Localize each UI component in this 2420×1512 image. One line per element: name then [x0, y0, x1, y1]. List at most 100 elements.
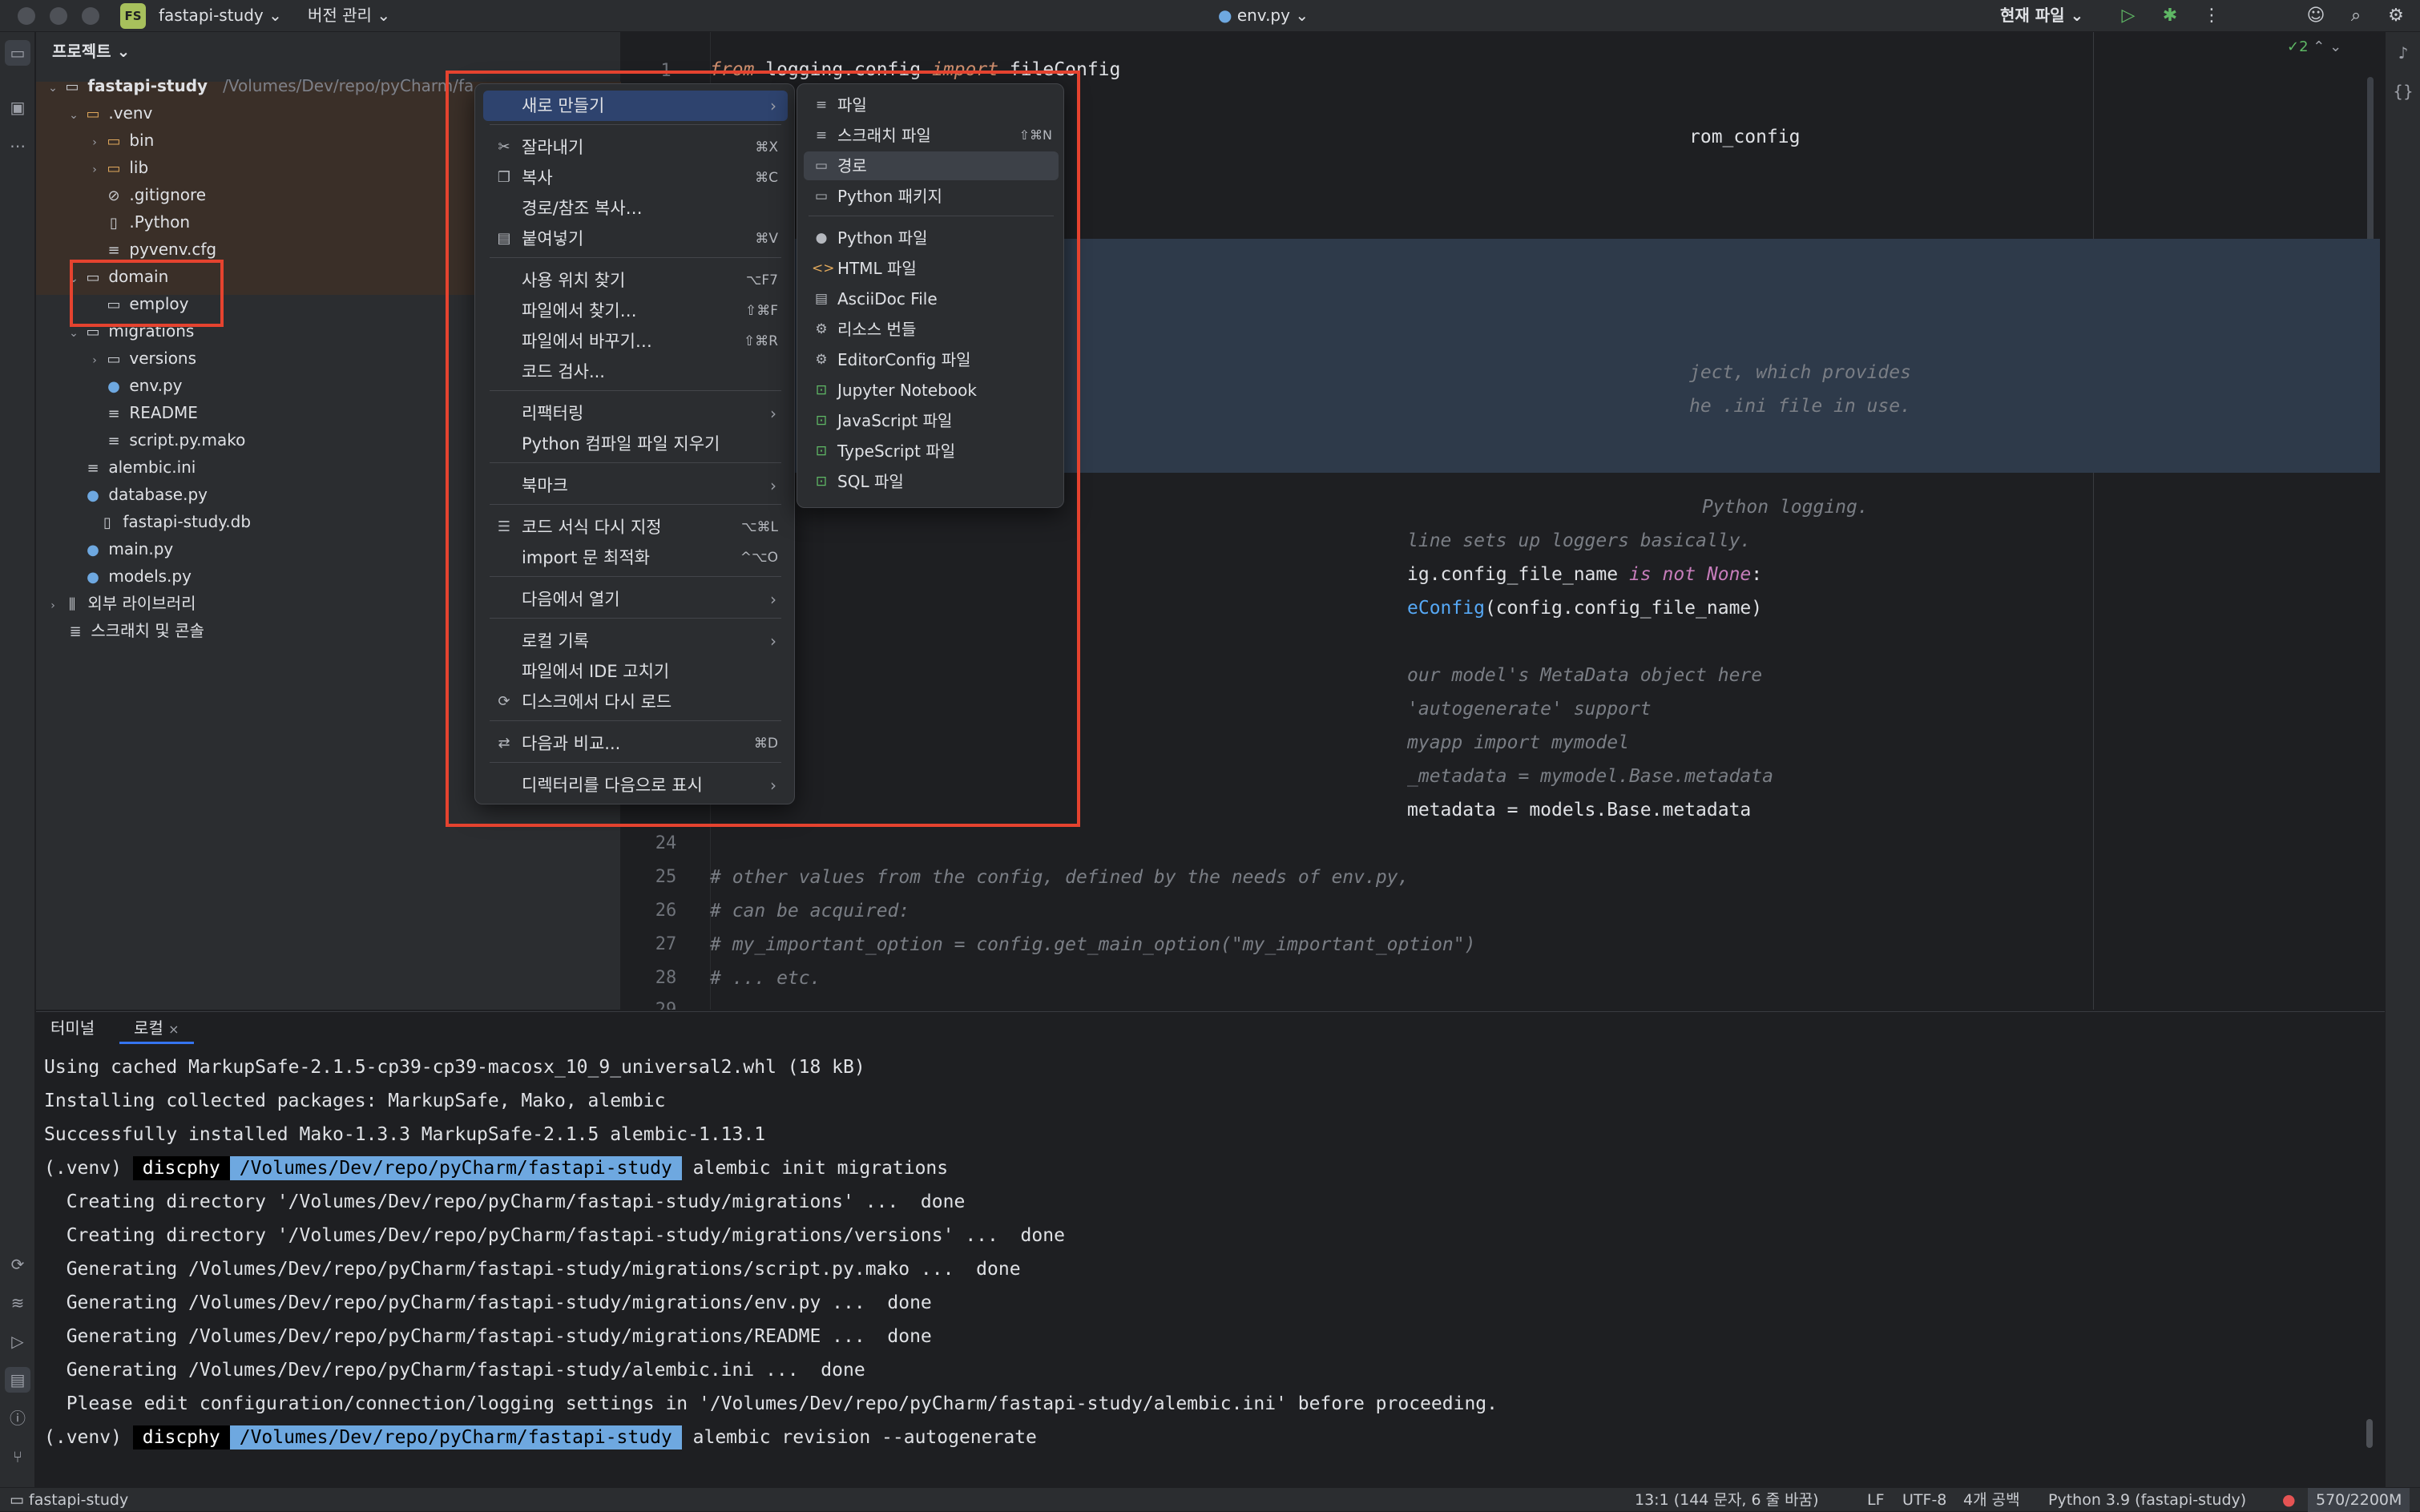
status-line-separator[interactable]: LF: [1867, 1488, 1885, 1512]
chevron-right-icon: ›: [770, 96, 776, 115]
file-selector[interactable]: ● env.py ⌄: [1218, 0, 1309, 32]
scratches-icon: ≣: [69, 623, 82, 640]
project-panel-title[interactable]: 프로젝트 ⌄: [52, 38, 130, 62]
tree-item-venv[interactable]: ⌄ ▭ .venv: [65, 99, 152, 127]
menu-inspect-code[interactable]: 코드 검사...: [483, 357, 788, 387]
menu-new[interactable]: 새로 만들기 ›: [483, 91, 788, 121]
chevron-right-icon: ›: [770, 631, 776, 651]
services-icon[interactable]: ▷: [5, 1329, 30, 1354]
account-icon[interactable]: ☺: [2305, 5, 2327, 27]
menu-copy-path[interactable]: 경로/참조 복사…: [483, 193, 788, 224]
debug-icon[interactable]: ✱: [2159, 5, 2181, 27]
status-interpreter[interactable]: Python 3.9 (fastapi-study): [2048, 1488, 2246, 1512]
terminal-icon[interactable]: ▤: [5, 1367, 30, 1393]
tree-item-script[interactable]: ≡ script.py.mako: [103, 426, 245, 454]
tree-item-migrations[interactable]: ⌄ ▭ migrations: [65, 317, 194, 345]
status-project[interactable]: ▭ fastapi-study: [10, 1488, 128, 1512]
status-memory[interactable]: 570/2200M: [2308, 1488, 2410, 1512]
menu-open-in[interactable]: 다음에서 열기 ›: [483, 584, 788, 615]
problems-icon[interactable]: ⓘ: [5, 1405, 30, 1431]
submenu-python-file[interactable]: ● Python 파일: [804, 224, 1059, 252]
submenu-directory[interactable]: ▭ 경로: [804, 151, 1059, 180]
status-encoding[interactable]: UTF-8: [1902, 1488, 1946, 1512]
window-minimize-button[interactable]: [50, 7, 67, 25]
tab-local[interactable]: 로컬 ×: [119, 1012, 194, 1044]
submenu-asciidoc[interactable]: ▤ AsciiDoc File: [804, 284, 1059, 313]
menu-repair-ide[interactable]: 파일에서 IDE 고치기: [483, 656, 788, 687]
window-maximize-button[interactable]: [82, 7, 99, 25]
submenu-python-package[interactable]: ▭ Python 패키지: [804, 182, 1059, 211]
tree-item-employ[interactable]: ▭ employ: [103, 290, 188, 317]
submenu-resource-bundle[interactable]: ⚙ 리소스 번들: [804, 315, 1059, 344]
submenu-jupyter[interactable]: ⊡ Jupyter Notebook: [804, 376, 1059, 405]
git-icon[interactable]: ⑂: [5, 1444, 30, 1470]
tree-item-lib[interactable]: › ▭ lib: [86, 154, 148, 181]
error-icon[interactable]: ●: [2282, 1488, 2296, 1512]
menu-compare-with[interactable]: ⇄ 다음과 비교... ⌘D: [483, 728, 788, 759]
status-indent[interactable]: 4개 공백: [1963, 1488, 2020, 1512]
run-icon[interactable]: ▷: [2117, 5, 2140, 27]
search-icon[interactable]: ⌕: [2345, 5, 2367, 27]
project-tool-icon[interactable]: ▭: [5, 40, 30, 66]
layers-icon[interactable]: ≋: [5, 1290, 30, 1316]
menu-bookmark[interactable]: 북마크 ›: [483, 470, 788, 501]
tree-item-main[interactable]: ● main.py: [83, 535, 173, 562]
settings-gear-icon[interactable]: ⚙: [2385, 5, 2407, 27]
tree-item-envpy[interactable]: ● env.py: [103, 372, 182, 399]
tree-item-domain[interactable]: ⌄ ▭ domain: [65, 263, 168, 290]
submenu-javascript[interactable]: ⊡ JavaScript 파일: [804, 406, 1059, 435]
menu-refactor[interactable]: 리팩터링 ›: [483, 398, 788, 429]
submenu-typescript[interactable]: ⊡ TypeScript 파일: [804, 437, 1059, 466]
tree-item-database[interactable]: ● database.py: [83, 481, 208, 508]
tree-item-scratches[interactable]: ≣ 스크래치 및 콘솔: [65, 617, 204, 644]
terminal-prompt-line[interactable]: (.venv) discphy/Volumes/Dev/repo/pyCharm…: [44, 1421, 1037, 1454]
tree-item-python[interactable]: ▯ .Python: [103, 208, 190, 236]
tree-item-db[interactable]: ▯ fastapi-study.db: [97, 508, 251, 535]
more-tools-icon[interactable]: ⋯: [5, 133, 30, 159]
menu-optimize-imports[interactable]: import 문 최적화 ^⌥O: [483, 542, 788, 573]
project-badge[interactable]: FS: [120, 3, 146, 29]
vcs-menu[interactable]: 버전 관리 ⌄: [308, 0, 390, 32]
tab-terminal[interactable]: 터미널: [36, 1012, 109, 1044]
notifications-icon[interactable]: ♪: [2390, 40, 2416, 66]
tree-item-alembic-ini[interactable]: ≡ alembic.ini: [83, 454, 196, 481]
tree-item-pyvenv[interactable]: ≡ pyvenv.cfg: [103, 236, 216, 263]
terminal-scrollbar[interactable]: [2366, 1419, 2373, 1448]
submenu-editorconfig[interactable]: ⚙ EditorConfig 파일: [804, 345, 1059, 374]
menu-cut[interactable]: ✂ 잘라내기 ⌘X: [483, 132, 788, 163]
tree-item-models[interactable]: ● models.py: [83, 562, 192, 590]
terminal-tabs: 터미널 로컬 ×: [36, 1012, 2385, 1044]
more-icon[interactable]: ⋮: [2200, 5, 2223, 27]
inspection-widget[interactable]: ✓2 ⌃ ⌄: [2287, 38, 2341, 55]
tree-item-gitignore[interactable]: ⊘ .gitignore: [103, 181, 206, 208]
status-bar: ▭ fastapi-study 13:1 (144 문자, 6 줄 바꿈) LF…: [0, 1487, 2420, 1512]
terminal-line: Using cached MarkupSafe-2.1.5-cp39-cp39-…: [44, 1057, 865, 1078]
close-icon[interactable]: ×: [168, 1022, 179, 1037]
menu-local-history[interactable]: 로컬 기록 ›: [483, 626, 788, 656]
tree-item-versions[interactable]: › ▭ versions: [86, 345, 196, 372]
menu-copy[interactable]: ❐ 복사 ⌘C: [483, 163, 788, 193]
tree-item-readme[interactable]: ≡ README: [103, 399, 197, 426]
project-selector[interactable]: fastapi-study ⌄: [159, 0, 282, 32]
submenu-html-file[interactable]: <> HTML 파일: [804, 254, 1059, 283]
menu-find-usages[interactable]: 사용 위치 찾기 ⌥F7: [483, 265, 788, 296]
window-close-button[interactable]: [18, 7, 35, 25]
menu-mark-directory[interactable]: 디렉터리를 다음으로 표시 ›: [483, 770, 788, 800]
menu-find-in-files[interactable]: 파일에서 찾기… ⇧⌘F: [483, 296, 788, 326]
structure-tool-icon[interactable]: ▣: [5, 95, 30, 120]
menu-reformat[interactable]: ☰ 코드 서식 다시 지정 ⌥⌘L: [483, 512, 788, 542]
menu-reload-from-disk[interactable]: ⟳ 디스크에서 다시 로드: [483, 687, 788, 717]
tree-root[interactable]: ⌄ ▭ fastapi-study /Volumes/Dev/repo/pyCha…: [44, 72, 474, 99]
submenu-scratch-file[interactable]: ≡ 스크래치 파일 ⇧⌘N: [804, 121, 1059, 150]
submenu-file[interactable]: ≡ 파일: [804, 91, 1059, 119]
submenu-sql[interactable]: ⊡ SQL 파일: [804, 467, 1059, 496]
run-config-selector[interactable]: 현재 파일 ⌄: [2000, 0, 2083, 32]
tree-item-bin[interactable]: › ▭ bin: [86, 127, 154, 154]
menu-paste[interactable]: ▤ 붙여넣기 ⌘V: [483, 224, 788, 254]
json-icon[interactable]: {}: [2390, 79, 2416, 104]
status-position[interactable]: 13:1 (144 문자, 6 줄 바꿈): [1635, 1488, 1818, 1512]
menu-replace-in-files[interactable]: 파일에서 바꾸기… ⇧⌘R: [483, 326, 788, 357]
python-packages-icon[interactable]: ⟳: [5, 1252, 30, 1277]
menu-clean-python[interactable]: Python 컴파일 파일 지우기: [483, 429, 788, 459]
tree-item-external-libraries[interactable]: › ⫼ 외부 라이브러리: [44, 590, 196, 617]
